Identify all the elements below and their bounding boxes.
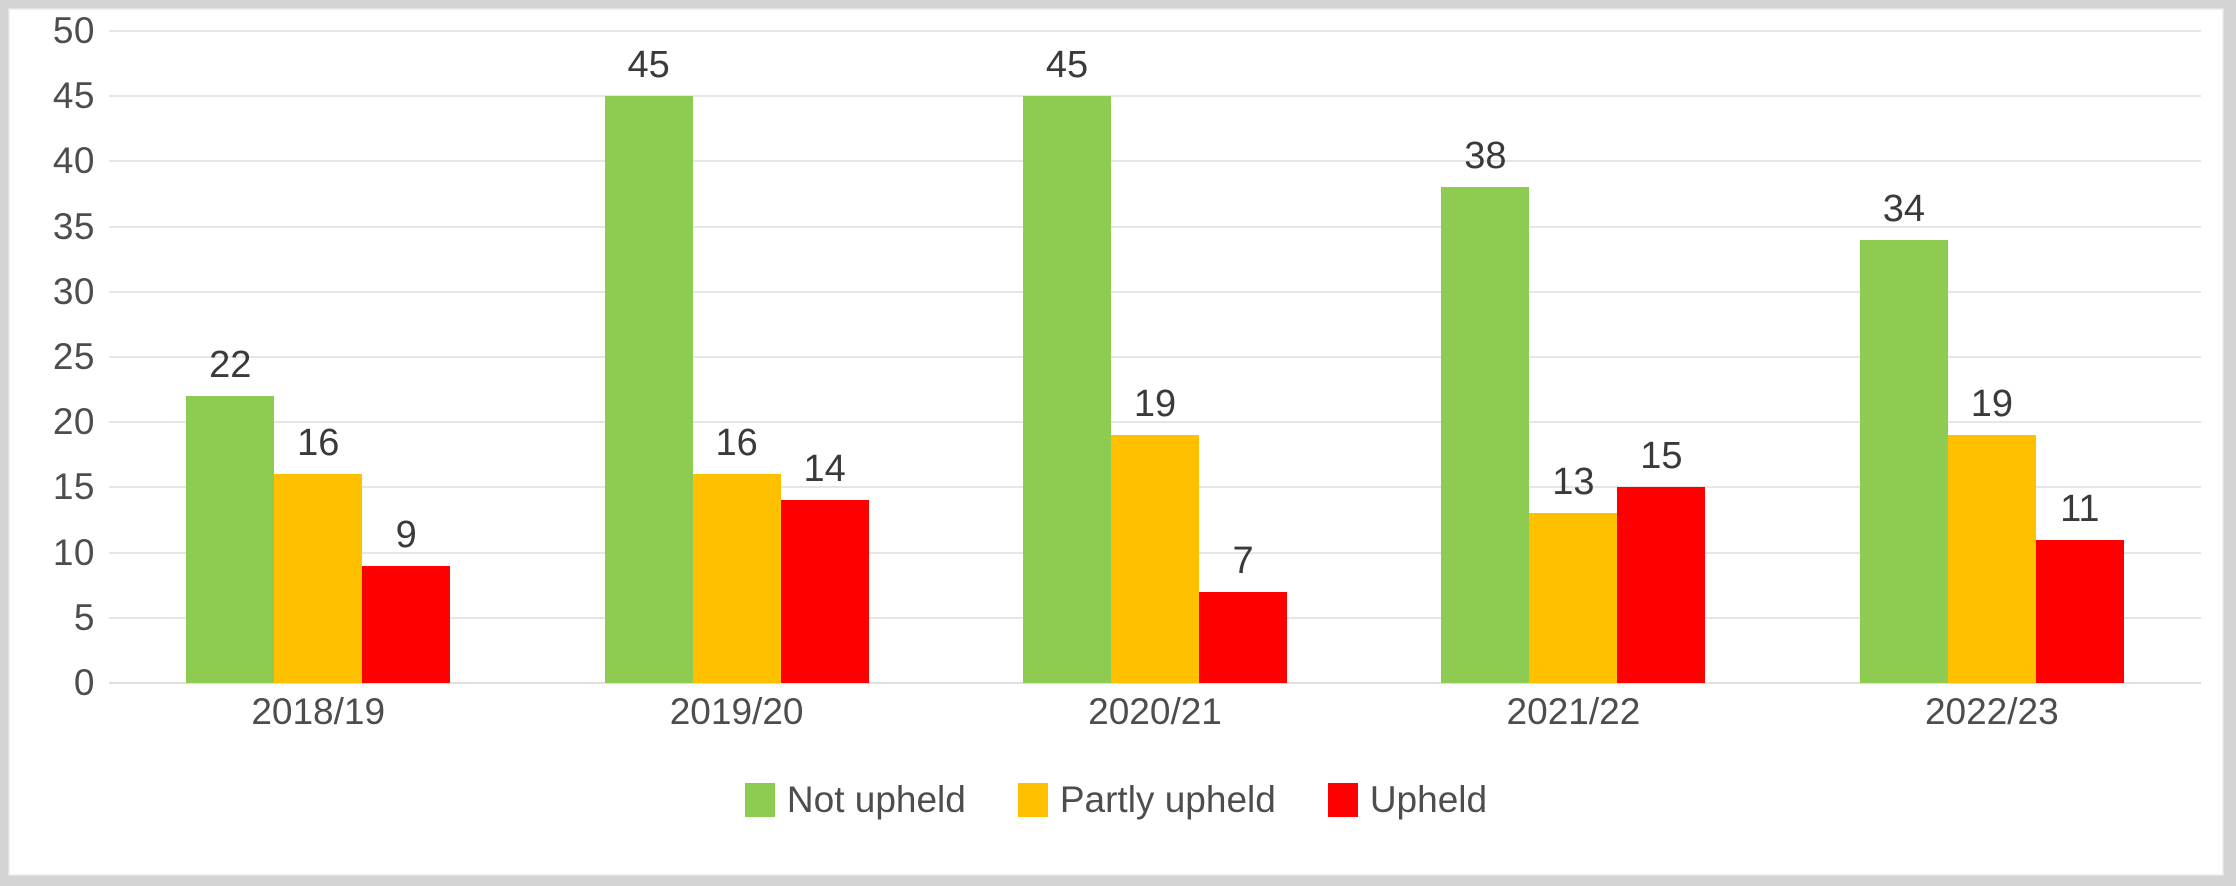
bar-group: 45 19 7 [946, 31, 1364, 683]
chart-legend: Not upheld Partly upheld Upheld [9, 779, 2223, 821]
y-axis-tick-label: 0 [73, 662, 95, 703]
x-axis: 2018/19 2019/20 2020/21 2021/22 2022/23 [109, 691, 2201, 751]
y-axis: 0 5 10 15 20 25 30 35 40 45 50 [9, 10, 105, 703]
bar-value-label: 22 [209, 344, 252, 387]
bar-value-label: 16 [297, 422, 340, 465]
bar-slot: 45 [604, 31, 693, 683]
bar-upheld[interactable]: 14 [780, 450, 869, 683]
bar-not-upheld[interactable]: 45 [1023, 46, 1112, 683]
legend-swatch-icon [1017, 783, 1048, 817]
bar-value-label: 15 [1640, 435, 1683, 478]
bar-slot: 16 [692, 31, 781, 683]
y-axis-tick-label: 40 [52, 140, 95, 182]
bar-slot: 38 [1441, 31, 1530, 683]
bar-value-label: 19 [1970, 383, 2013, 426]
y-axis-tick-label: 25 [52, 336, 95, 377]
bar-partly-upheld[interactable]: 16 [274, 424, 363, 683]
y-axis-tick-label: 30 [52, 270, 95, 312]
x-axis-category-label: 2019/20 [669, 691, 804, 732]
bar-value-label: 19 [1133, 383, 1177, 426]
y-axis-tick-label: 20 [52, 401, 95, 443]
y-axis-tick-label: 5 [73, 596, 95, 638]
x-axis-category-label: 2021/22 [1506, 691, 1641, 732]
bar-group: 45 16 14 [527, 31, 945, 683]
legend-item-upheld[interactable]: Upheld [1327, 779, 1488, 821]
legend-swatch-icon [1327, 783, 1358, 817]
bar-not-upheld[interactable]: 38 [1441, 137, 1530, 683]
bar-upheld[interactable]: 11 [2035, 490, 2124, 683]
bar-not-upheld[interactable]: 34 [1859, 190, 1948, 683]
bar-value-label: 16 [715, 422, 758, 465]
bar-slot: 14 [780, 31, 869, 683]
y-axis-tick-label: 15 [52, 466, 95, 508]
bar-slot: 19 [1111, 31, 1200, 683]
bar-not-upheld[interactable]: 45 [604, 46, 693, 683]
bar-value-label: 11 [2060, 487, 2100, 530]
bar-value-label: 45 [1045, 44, 1089, 87]
bar-value-label: 45 [627, 44, 670, 87]
bar-partly-upheld[interactable]: 16 [692, 424, 781, 683]
bar-slot: 9 [362, 31, 451, 683]
bar-partly-upheld[interactable]: 13 [1529, 463, 1618, 683]
bar-value-label: 38 [1464, 135, 1507, 178]
bar-slot: 11 [2035, 31, 2124, 683]
bar-value-label: 34 [1882, 187, 1925, 230]
bar-group: 22 16 9 [109, 31, 527, 683]
bar-slot: 19 [1947, 31, 2036, 683]
bar-upheld[interactable]: 15 [1617, 437, 1706, 683]
y-axis-tick-label: 35 [52, 205, 95, 247]
x-axis-category-label: 2018/19 [251, 691, 386, 732]
bar-groups: 22 16 9 45 16 14 45 19 7 38 13 15 34 19 11 [109, 31, 2201, 683]
bar-slot: 34 [1859, 31, 1948, 683]
legend-item-partly-upheld[interactable]: Partly upheld [1017, 779, 1276, 821]
bar-value-label: 7 [1232, 539, 1254, 582]
bar-partly-upheld[interactable]: 19 [1947, 385, 2036, 683]
y-axis-tick-label: 45 [52, 75, 95, 117]
bar-not-upheld[interactable]: 22 [186, 346, 275, 683]
bar-upheld[interactable]: 7 [1199, 542, 1288, 683]
bar-slot: 16 [274, 31, 363, 683]
bar-slot: 45 [1023, 31, 1112, 683]
bar-slot: 13 [1529, 31, 1618, 683]
bar-slot: 22 [186, 31, 275, 683]
y-axis-tick-label: 10 [52, 531, 95, 573]
chart-container: 0 5 10 15 20 25 30 35 40 45 50 22 16 9 45 16 14 45 19 7 38 1… [8, 8, 2224, 876]
bar-group: 34 19 11 [1783, 31, 2201, 683]
bar-value-label: 14 [803, 448, 846, 491]
bar-value-label: 13 [1552, 461, 1595, 504]
x-axis-category-label: 2020/21 [1088, 691, 1222, 732]
x-axis-category-label: 2022/23 [1924, 691, 2059, 732]
bar-upheld[interactable]: 9 [362, 516, 451, 683]
legend-label: Partly upheld [1059, 779, 1276, 820]
legend-label: Not upheld [786, 779, 966, 820]
legend-item-not-upheld[interactable]: Not upheld [744, 779, 966, 821]
y-axis-tick-label: 50 [52, 10, 95, 51]
legend-label: Upheld [1369, 779, 1488, 820]
bar-slot: 15 [1617, 31, 1706, 683]
bar-slot: 7 [1199, 31, 1288, 683]
plot-area: 0 5 10 15 20 25 30 35 40 45 50 22 16 9 45 16 14 45 19 7 38 1… [9, 9, 2223, 875]
bar-value-label: 9 [395, 513, 417, 556]
legend-swatch-icon [744, 783, 775, 817]
bar-group: 38 13 15 [1364, 31, 1782, 683]
bar-partly-upheld[interactable]: 19 [1111, 385, 1200, 683]
